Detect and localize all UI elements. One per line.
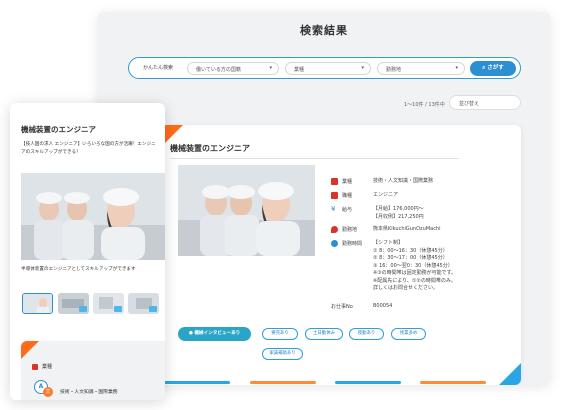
desktop-window: 検索結果 かんたん検索 働いている方の国籍 ▾ 業種 ▾ 勤務地 ▾ ⌕ さがす… — [98, 12, 550, 385]
search-bar[interactable]: かんたん検索 働いている方の国籍 ▾ 業種 ▾ 勤務地 ▾ ⌕ さがす — [128, 57, 521, 79]
mobile-job-description: 【技人国の求人 エンジニア】いろいろな国の方が活躍！エンジニアのスキルアップがで… — [21, 142, 156, 155]
strip-segment — [335, 381, 401, 384]
mobile-detail-section: 業種 A 文 技術・人文知識・国際業務 — [21, 341, 165, 400]
thumbnail-1[interactable] — [22, 293, 53, 314]
sort-select[interactable]: 並び替え — [449, 95, 521, 110]
interview-tag[interactable]: ● 機械インタビューあり — [178, 327, 251, 341]
search-label: かんたん検索 — [143, 65, 174, 71]
job-card[interactable]: 機械装置のエンジニア 業種 技術・人文知識・国際業務 職種 エンジニア ¥ 給与… — [161, 125, 521, 385]
pin-icon — [331, 226, 338, 233]
thumbnail-3[interactable] — [93, 293, 124, 314]
strip-segment — [164, 381, 230, 384]
search-button[interactable]: ⌕ さがす — [470, 61, 516, 76]
chevron-down-icon: ▾ — [269, 65, 272, 71]
nationality-select[interactable]: 働いている方の国籍 ▾ — [187, 62, 279, 75]
camera-icon — [114, 306, 122, 312]
result-count: 1〜10件 / 13件中 — [404, 102, 445, 108]
camera-icon — [79, 306, 87, 312]
camera-icon — [149, 306, 157, 312]
yen-icon: ¥ — [331, 205, 336, 213]
thumbnail-image — [23, 294, 52, 313]
mobile-photo-caption: 半導体装置のエンジニアとしてスキルアップができます — [21, 267, 136, 272]
job-title: 機械装置のエンジニア — [170, 144, 250, 153]
tag-weekend-off[interactable]: 土日勤休み — [305, 328, 343, 340]
tag-rent-support[interactable]: 家賃補助あり — [262, 348, 303, 360]
pagination-strip — [150, 381, 503, 385]
search-icon: ⌕ — [482, 65, 486, 71]
chevron-down-icon: ▾ — [455, 65, 458, 71]
clock-icon — [331, 240, 338, 247]
language-sub-icon: 文 — [43, 387, 53, 397]
job-photo — [178, 165, 315, 256]
divider — [170, 158, 459, 159]
strip-segment — [250, 381, 316, 384]
mobile-job-title: 機械装置のエンジニア — [21, 125, 96, 134]
page-title: 検索結果 — [300, 24, 348, 37]
chevron-down-icon: ▾ — [361, 65, 364, 71]
industry-select[interactable]: 業種 ▾ — [285, 62, 371, 75]
tag-dorm[interactable]: 寮完あり — [262, 328, 298, 340]
location-select[interactable]: 勤務地 ▾ — [377, 62, 465, 75]
corner-decoration — [21, 341, 39, 359]
thumbnail-2[interactable] — [58, 293, 89, 314]
mobile-window: 機械装置のエンジニア 【技人国の求人 エンジニア】いろいろな国の方が活躍！エンジ… — [10, 103, 165, 400]
briefcase-icon — [331, 178, 338, 185]
tag-night-shift[interactable]: 夜勤あり — [349, 328, 384, 340]
mobile-job-photo — [21, 173, 165, 260]
mobile-industry-label: 業種 — [32, 363, 52, 370]
briefcase-icon — [32, 363, 38, 370]
mobile-industry-value: 技術・人文知識・国際業務 — [60, 390, 118, 395]
strip-segment — [420, 381, 486, 384]
chat-icon: ● — [188, 331, 193, 336]
thumbnail-4[interactable] — [128, 293, 159, 314]
briefcase-icon — [331, 192, 338, 199]
tag-overtime[interactable]: 残業多め — [391, 328, 426, 340]
